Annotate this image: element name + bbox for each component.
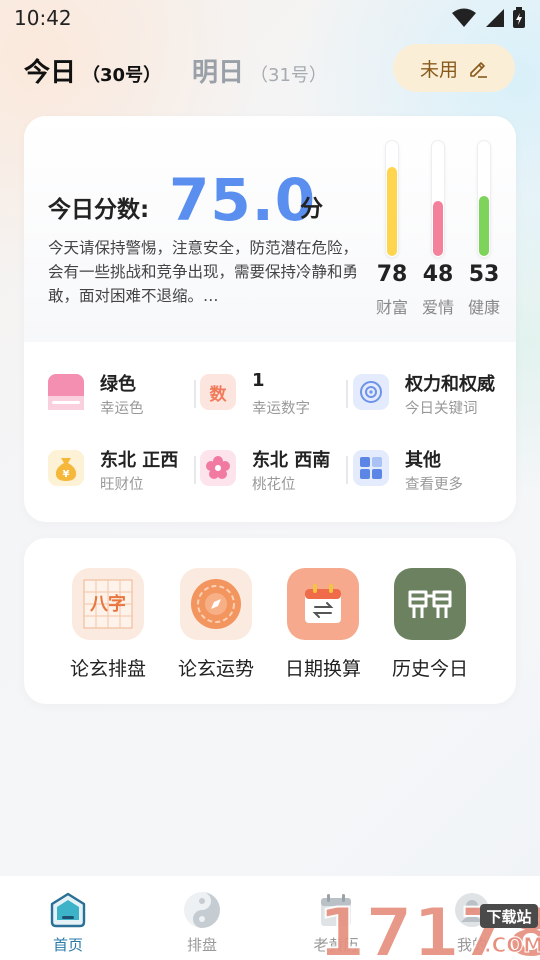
bar-label: 健康 (467, 298, 500, 317)
info-lucky-color[interactable]: 绿色 幸运色 (48, 366, 200, 418)
number-icon-glyph: 数 (209, 384, 227, 405)
status-icons (452, 7, 526, 29)
tool-history-today[interactable]: 历史今日 (385, 568, 475, 681)
unused-button-label: 未用 (419, 58, 458, 81)
money-bag-icon: ¥ (48, 450, 84, 486)
bar-fill (433, 201, 443, 256)
nav-paipan[interactable]: 排盘 (162, 890, 242, 955)
info-lucky-number[interactable]: 数 1 幸运数字 (200, 366, 352, 418)
bar-track (431, 140, 445, 258)
info-sub: 查看更多 (405, 477, 463, 493)
battery-icon (513, 7, 525, 28)
divider (194, 456, 196, 484)
info-sub: 幸运色 (100, 401, 144, 417)
bar-value: 53 (468, 262, 500, 287)
home-icon (48, 890, 88, 930)
tool-fortune[interactable]: 论玄运势 (171, 568, 261, 681)
tool-label: 论玄运势 (177, 658, 254, 680)
bar-track (477, 140, 491, 258)
nav-home[interactable]: 首页 (28, 890, 108, 955)
divider (194, 380, 196, 408)
bar-value: 48 (422, 262, 454, 287)
unused-button[interactable]: 未用 (393, 44, 515, 92)
info-title: 权力和权威 (405, 374, 495, 395)
tab-today-label: 今日 (24, 58, 77, 88)
tool-label: 日期换算 (284, 658, 361, 680)
tools-card: 八字 论玄排盘 论玄运势 日期换算 历史今日 (24, 538, 516, 704)
tab-today[interactable]: 今日 （30号） (24, 52, 161, 89)
tab-tomorrow[interactable]: 明日 （31号） (192, 52, 327, 89)
info-wealth-direction[interactable]: ¥ 东北 正西 旺财位 (48, 442, 200, 494)
bottom-nav: 首页 排盘 老黄历 我的 (0, 876, 540, 960)
bar-label: 财富 (375, 298, 408, 317)
svg-text:¥: ¥ (63, 469, 70, 480)
nav-label: 老黄历 (313, 936, 359, 954)
info-more[interactable]: 其他 查看更多 (353, 442, 505, 494)
color-card-icon (48, 374, 84, 410)
bar-label: 爱情 (421, 298, 454, 317)
bazi-glyph: 八字 (90, 593, 126, 615)
info-keyword[interactable]: 权力和权威 今日关键词 (353, 366, 505, 418)
profile-icon (452, 890, 492, 930)
info-romance-direction[interactable]: 东北 西南 桃花位 (200, 442, 352, 494)
status-bar: 10:42 (0, 0, 540, 36)
score-value: 75.0 (169, 166, 317, 234)
score-bars: 78 财富 48 爱情 53 健康 (370, 140, 516, 320)
divider (346, 456, 348, 484)
tool-label: 论玄排盘 (69, 658, 146, 680)
tab-tomorrow-label: 明日 (192, 58, 245, 88)
score-section: 今日分数: 75.0 分 今天请保持警惕，注意安全，防范潜在危险，会有一些挑战和… (24, 116, 516, 342)
score-card[interactable]: 今日分数: 75.0 分 今天请保持警惕，注意安全，防范潜在危险，会有一些挑战和… (24, 116, 516, 522)
score-label: 今日分数: (48, 197, 150, 223)
edit-icon (470, 62, 487, 78)
grid-icon (353, 450, 389, 486)
calendar-convert-icon (287, 568, 359, 640)
nav-label: 首页 (52, 936, 83, 954)
info-sub: 今日关键词 (405, 401, 478, 417)
tool-label: 历史今日 (391, 658, 468, 680)
taiji-icon (182, 890, 222, 930)
info-title: 东北 正西 (100, 450, 179, 471)
info-sub: 幸运数字 (252, 401, 310, 417)
score-description: 今天请保持警惕，注意安全，防范潜在危险，会有一些挑战和竞争出现，需要保持冷静和勇… (48, 239, 359, 305)
bar-fill (479, 196, 489, 256)
bazi-chart-icon: 八字 (72, 568, 144, 640)
compass-icon (180, 568, 252, 640)
number-icon: 数 (200, 374, 236, 410)
signal-icon (486, 9, 504, 27)
status-time: 10:42 (14, 6, 72, 30)
tool-date-convert[interactable]: 日期换算 (278, 568, 368, 681)
info-title: 绿色 (100, 374, 136, 395)
info-title: 其他 (405, 450, 441, 471)
bar-fill (387, 167, 397, 256)
wifi-icon (452, 8, 476, 27)
history-icon (394, 568, 466, 640)
score-unit: 分 (300, 196, 323, 222)
tool-bazi[interactable]: 八字 论玄排盘 (63, 568, 153, 681)
divider (346, 380, 348, 408)
tab-tomorrow-date: （31号） (250, 65, 327, 86)
almanac-icon (316, 890, 356, 930)
nav-label: 排盘 (186, 936, 217, 954)
info-title: 东北 西南 (252, 450, 331, 471)
info-sub: 旺财位 (100, 477, 144, 493)
nav-label: 我的 (456, 936, 487, 954)
info-title: 1 (252, 370, 265, 391)
bar-track (385, 140, 399, 258)
tab-today-date: （30号） (82, 65, 162, 86)
nav-profile[interactable]: 我的 (432, 890, 512, 955)
info-sub: 桃花位 (252, 477, 296, 493)
target-icon (353, 374, 389, 410)
bar-value: 78 (376, 262, 408, 287)
nav-almanac[interactable]: 老黄历 (296, 890, 376, 955)
flower-icon (200, 450, 236, 486)
